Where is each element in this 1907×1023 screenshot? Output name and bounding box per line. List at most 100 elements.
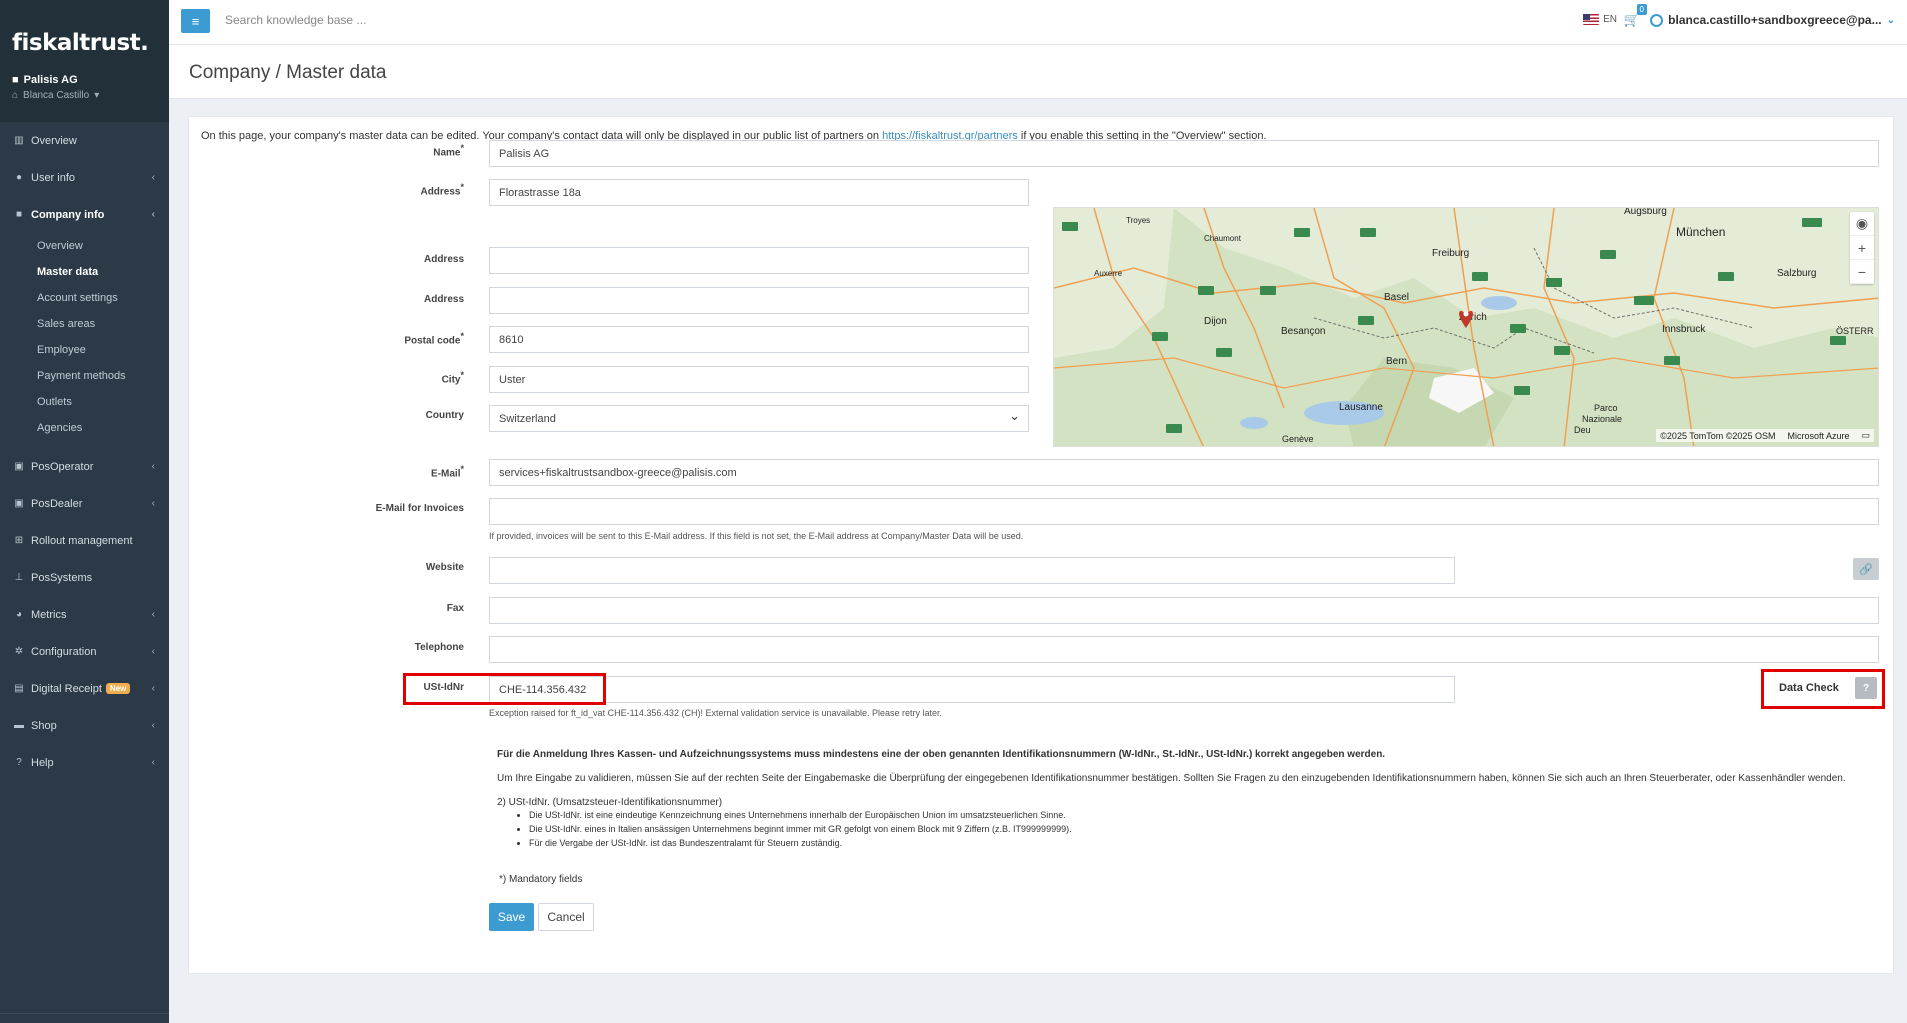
svg-text:Innsbruck: Innsbruck xyxy=(1662,324,1706,335)
map-controls: ◉ + − xyxy=(1850,212,1874,284)
brand-area: fiskaltrust. ■ Palisis AG ⌂ Blanca Casti… xyxy=(0,0,169,122)
data-check-button[interactable]: ? xyxy=(1855,677,1877,699)
svg-text:Auxerre: Auxerre xyxy=(1094,269,1123,278)
sidebar-item-label: Digital Receipt xyxy=(31,682,102,695)
svg-text:Besançon: Besançon xyxy=(1281,326,1325,337)
feedback-icon[interactable]: ▭ xyxy=(1861,430,1870,441)
sidebar-item-shop[interactable]: ▬ Shop ‹ xyxy=(0,707,169,744)
name-input[interactable]: Palisis AG xyxy=(489,140,1879,167)
sidebar-footer xyxy=(0,1013,169,1023)
sidebar-item-user-info[interactable]: ● User info ‹ xyxy=(0,159,169,196)
address3-input[interactable] xyxy=(489,287,1029,314)
master-data-card: On this page, your company's master data… xyxy=(188,116,1894,974)
notes-paragraph-2: Um Ihre Eingabe zu validieren, müssen Si… xyxy=(497,773,1846,784)
subitem-agencies[interactable]: Agencies xyxy=(0,415,169,441)
subitem-account-settings[interactable]: Account settings xyxy=(0,285,169,311)
svg-text:Chaumont: Chaumont xyxy=(1204,234,1242,243)
sidebar: fiskaltrust. ■ Palisis AG ⌂ Blanca Casti… xyxy=(0,0,169,1023)
account-menu[interactable]: blanca.castillo+sandboxgreece@pa... ⌄ xyxy=(1650,13,1895,27)
sidebar-item-company-info[interactable]: ■ Company info ‹ xyxy=(0,196,169,233)
chevron-left-icon: ‹ xyxy=(151,461,155,472)
open-website-button[interactable]: 🔗 xyxy=(1853,558,1879,580)
chevron-left-icon: ‹ xyxy=(151,172,155,183)
user-menu[interactable]: ⌂ Blanca Castillo ▾ xyxy=(12,90,157,101)
address2-label: Address xyxy=(423,254,464,265)
email-input[interactable]: services+fiskaltrustsandbox-greece@palis… xyxy=(489,459,1879,486)
topbar: ≡ Search knowledge base ... EN 🛒 0 blanc… xyxy=(169,0,1907,45)
sidebar-item-possystems[interactable]: ⊥ PosSystems xyxy=(0,559,169,596)
sidebar-item-posoperator[interactable]: ▣ PosOperator ‹ xyxy=(0,448,169,485)
zoom-in-button[interactable]: + xyxy=(1850,236,1874,260)
pie-icon: ◕ xyxy=(15,609,23,620)
subitem-employee[interactable]: Employee xyxy=(0,337,169,363)
search-input[interactable]: Search knowledge base ... xyxy=(225,13,625,27)
fax-input[interactable] xyxy=(489,597,1879,624)
chevron-down-icon: ⌄ xyxy=(1886,14,1895,26)
postal-label: Postal code* xyxy=(404,331,464,347)
vat-input[interactable]: CHE-114.356.432 xyxy=(489,676,1455,703)
vat-notes: Für die Anmeldung Ihres Kassen- und Aufz… xyxy=(497,749,1877,850)
sidebar-item-help[interactable]: ? Help ‹ xyxy=(0,744,169,781)
sidebar-item-label: Company info xyxy=(31,208,105,221)
invoice-email-help: If provided, invoices will be sent to th… xyxy=(489,531,1024,541)
address1-input[interactable]: Florastrasse 18a xyxy=(489,179,1029,206)
zoom-out-button[interactable]: − xyxy=(1850,260,1874,284)
sidebar-item-label: Metrics xyxy=(31,608,67,621)
chevron-down-icon: ‹ xyxy=(151,209,155,220)
subitem-outlets[interactable]: Outlets xyxy=(0,389,169,415)
chevron-left-icon: ‹ xyxy=(151,646,155,657)
list-item: Die USt-IdNr. eines in Italien ansässige… xyxy=(529,822,1877,836)
sidebar-item-overview[interactable]: ▥ Overview xyxy=(0,122,169,159)
website-input[interactable] xyxy=(489,557,1455,584)
postal-input[interactable]: 8610 xyxy=(489,326,1029,353)
telephone-input[interactable] xyxy=(489,636,1879,663)
mandatory-note: *) Mandatory fields xyxy=(499,874,583,885)
fiskaltrust-logo[interactable]: fiskaltrust. xyxy=(12,30,157,56)
country-select[interactable]: Switzerland xyxy=(489,405,1029,432)
language-selector[interactable]: EN xyxy=(1583,14,1617,25)
compass-icon[interactable]: ◉ xyxy=(1850,212,1874,236)
svg-text:Augsburg: Augsburg xyxy=(1624,208,1667,217)
us-flag-icon xyxy=(1583,14,1600,25)
sidebar-item-label: Overview xyxy=(31,134,77,147)
chevron-left-icon: ‹ xyxy=(151,609,155,620)
chevron-left-icon: ‹ xyxy=(151,498,155,509)
sidebar-item-posdealer[interactable]: ▣ PosDealer ‹ xyxy=(0,485,169,522)
cancel-button[interactable]: Cancel xyxy=(538,903,594,931)
sidebar-item-label: PosOperator xyxy=(31,460,94,473)
map-attribution: ©2025 TomTom ©2025 OSM Microsoft Azure ▭ xyxy=(1656,429,1874,442)
company-label: Palisis AG xyxy=(23,74,78,86)
subitem-sales-areas[interactable]: Sales areas xyxy=(0,311,169,337)
language-label: EN xyxy=(1603,14,1617,25)
sidebar-item-configuration[interactable]: ✲ Configuration ‹ xyxy=(0,633,169,670)
company-name: ■ Palisis AG xyxy=(12,74,157,86)
chevron-left-icon: ‹ xyxy=(151,757,155,768)
telephone-label: Telephone xyxy=(414,642,464,653)
invoice-email-input[interactable] xyxy=(489,498,1879,525)
sidebar-item-metrics[interactable]: ◕ Metrics ‹ xyxy=(0,596,169,633)
svg-text:Freiburg: Freiburg xyxy=(1432,248,1469,259)
svg-text:München: München xyxy=(1676,225,1725,239)
notes-paragraph-1: Für die Anmeldung Ihres Kassen- und Aufz… xyxy=(497,749,1386,760)
save-button[interactable]: Save xyxy=(489,903,534,931)
email-label: E-Mail* xyxy=(431,464,464,480)
city-input[interactable]: Uster xyxy=(489,366,1029,393)
subitem-overview[interactable]: Overview xyxy=(0,233,169,259)
fax-label: Fax xyxy=(446,603,464,614)
chevron-left-icon: ‹ xyxy=(151,683,155,694)
cart-count-badge: 0 xyxy=(1636,4,1647,15)
subitem-master-data[interactable]: Master data xyxy=(0,259,169,285)
notes-list: Die USt-IdNr. ist eine eindeutige Kennze… xyxy=(529,808,1877,850)
hamburger-menu-button[interactable]: ≡ xyxy=(181,9,210,33)
svg-text:Parco: Parco xyxy=(1594,403,1618,413)
address2-input[interactable] xyxy=(489,247,1029,274)
sidebar-item-rollout-management[interactable]: ⊞ Rollout management xyxy=(0,522,169,559)
svg-text:Lausanne: Lausanne xyxy=(1339,402,1383,413)
link-icon: 🔗 xyxy=(1859,563,1873,576)
subitem-payment-methods[interactable]: Payment methods xyxy=(0,363,169,389)
sidebar-item-digital-receipt[interactable]: ▤ Digital Receipt New ‹ xyxy=(0,670,169,707)
chevron-left-icon: ‹ xyxy=(151,720,155,731)
sidebar-item-label: Help xyxy=(31,756,54,769)
lock-icon: ⌂ xyxy=(12,90,19,101)
location-map[interactable]: Augsburg München Salzburg Troyes Chaumon… xyxy=(1053,207,1879,447)
